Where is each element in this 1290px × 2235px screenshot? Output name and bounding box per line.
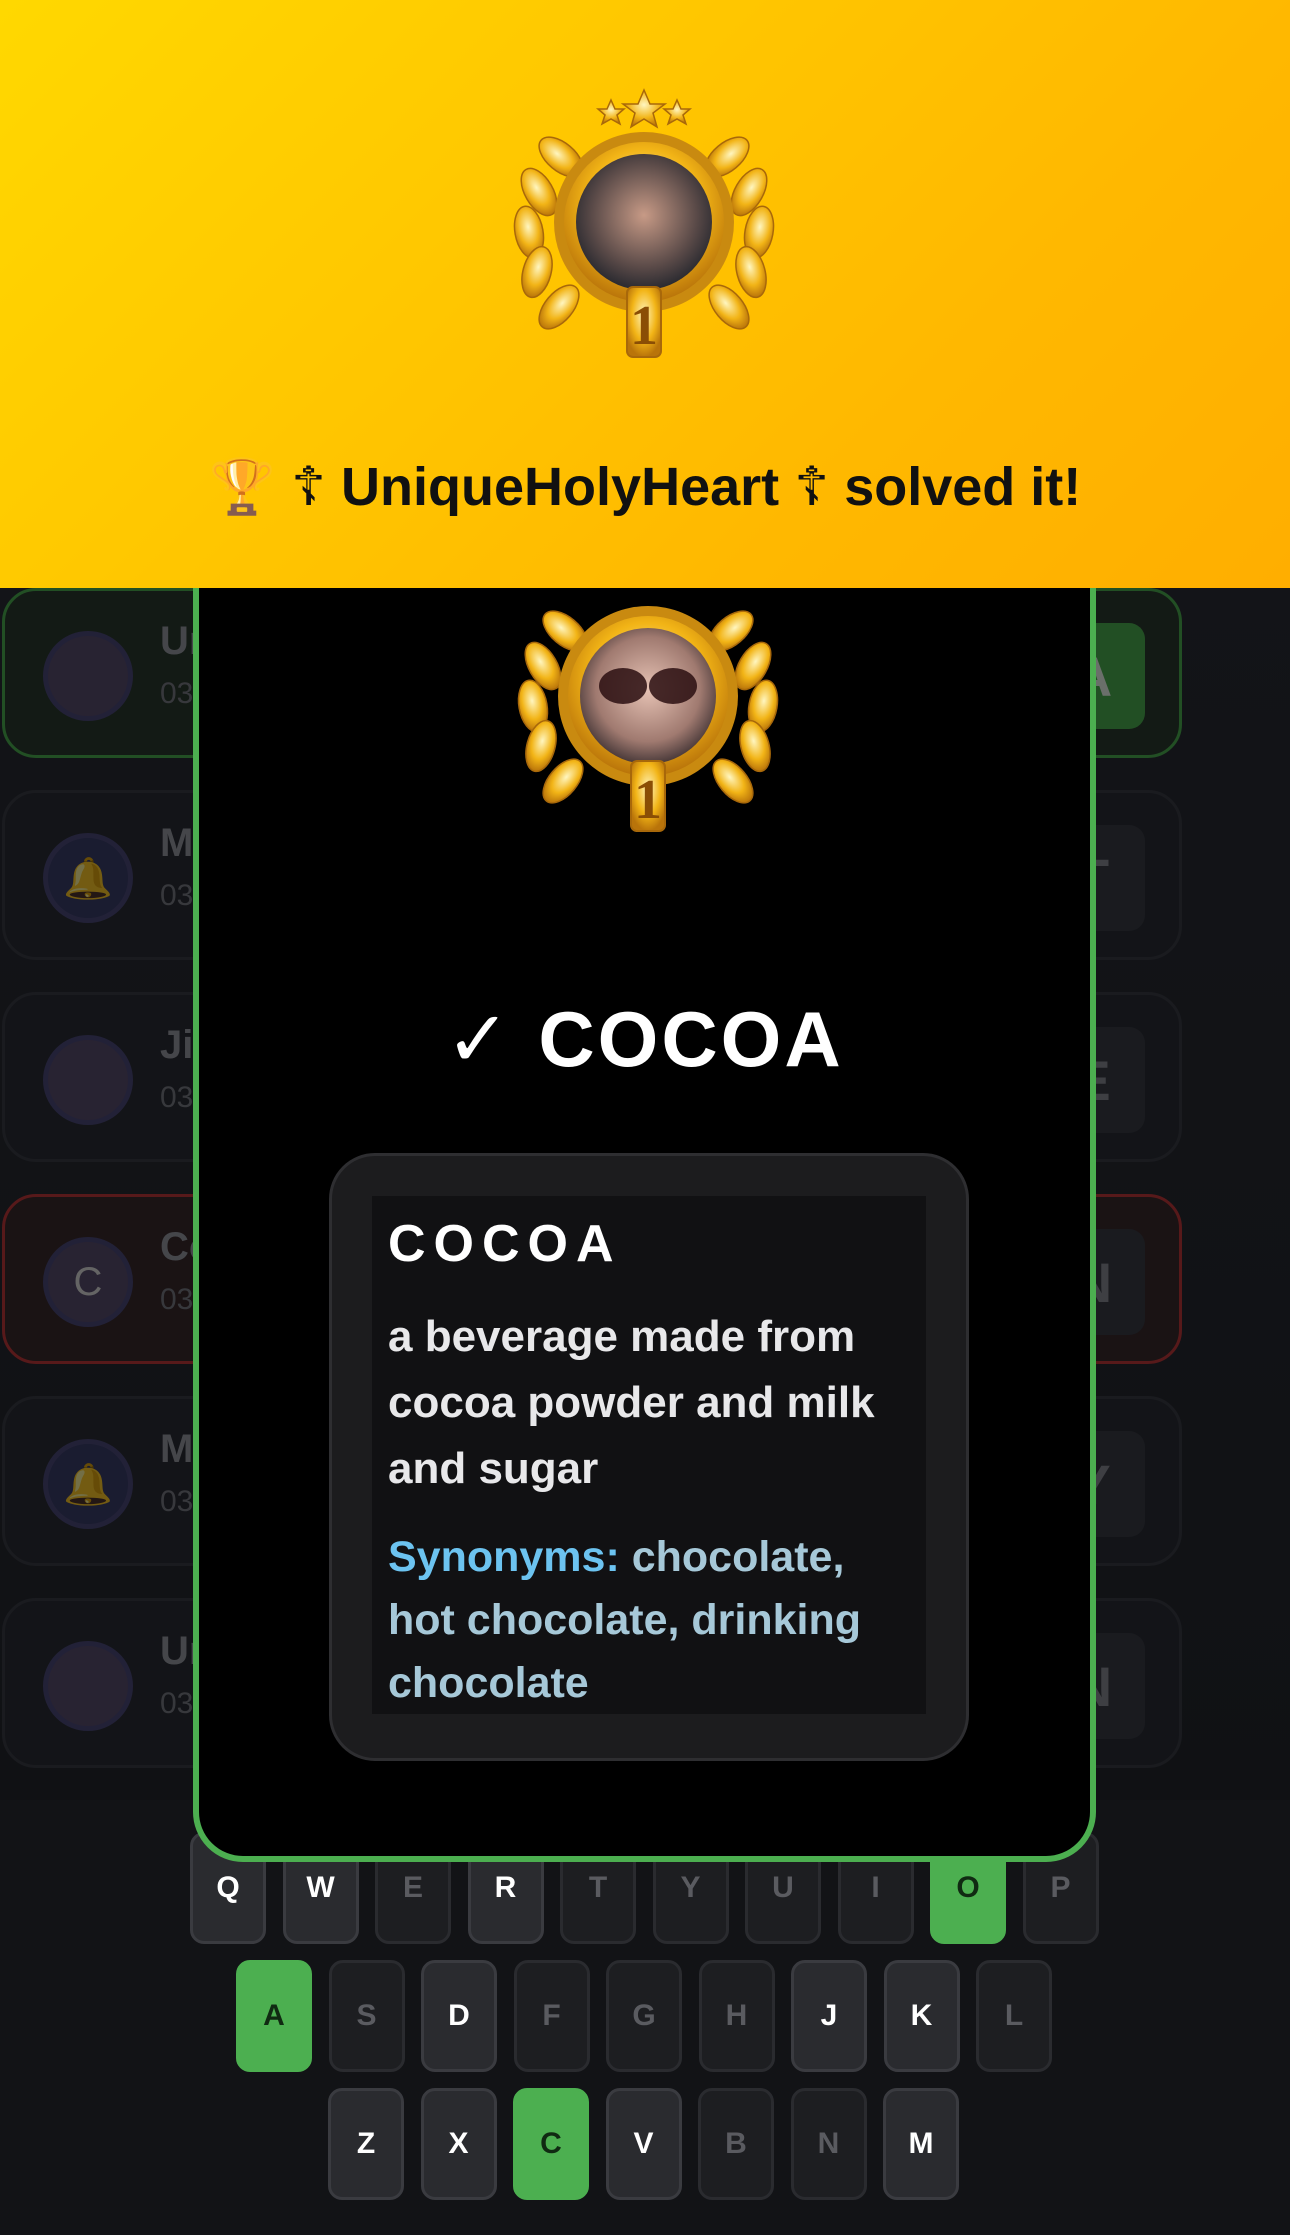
synonyms-label: Synonyms: [388, 1533, 620, 1581]
answer-heading: ✓ COCOA [445, 995, 844, 1083]
key-v[interactable]: V [605, 2088, 682, 2200]
laurel-medal-icon: 1 [517, 606, 779, 832]
solved-message: 🏆 ☦ UniqueHolyHeart ☦ solved it! [208, 457, 1082, 517]
winner-medal: 1 [499, 82, 789, 372]
svg-text:1: 1 [634, 769, 662, 831]
key-z[interactable]: Z [328, 2088, 404, 2200]
key-h[interactable]: H [698, 1960, 775, 2072]
key-a[interactable]: A [236, 1960, 312, 2072]
key-d[interactable]: D [421, 1960, 497, 2072]
key-k[interactable]: K [883, 1960, 960, 2072]
synonyms: Synonyms: chocolate, hot chocolate, drin… [388, 1526, 910, 1715]
key-n[interactable]: N [790, 2088, 867, 2200]
key-m[interactable]: M [883, 2088, 959, 2200]
key-g[interactable]: G [606, 1960, 682, 2072]
definition-card: COCOA a beverage made from cocoa powder … [329, 1153, 969, 1761]
winner-banner: 1 🏆 ☦ UniqueHolyHeart ☦ solved it! [0, 0, 1290, 588]
key-j[interactable]: J [791, 1960, 867, 2072]
definition-text: a beverage made from cocoa powder and mi… [388, 1312, 875, 1493]
key-c[interactable]: C [513, 2088, 589, 2200]
key-f[interactable]: F [513, 1960, 590, 2072]
definition-content: COCOA a beverage made from cocoa powder … [372, 1196, 926, 1714]
result-modal[interactable]: 1 ✓ COCOA COCOA a beverage made from coc… [193, 500, 1096, 1862]
key-l[interactable]: L [976, 1960, 1052, 2072]
key-s[interactable]: S [328, 1960, 405, 2072]
key-b[interactable]: B [698, 2088, 774, 2200]
svg-text:1: 1 [630, 295, 658, 357]
on-screen-keyboard: QWERTYUIOPASDFGHJKLZXCVBNM [0, 1800, 1290, 2235]
modal-medal: 1 [503, 556, 793, 846]
key-x[interactable]: X [420, 2088, 497, 2200]
definition-word: COCOA [388, 1215, 622, 1273]
laurel-medal-icon: 1 [513, 88, 775, 358]
